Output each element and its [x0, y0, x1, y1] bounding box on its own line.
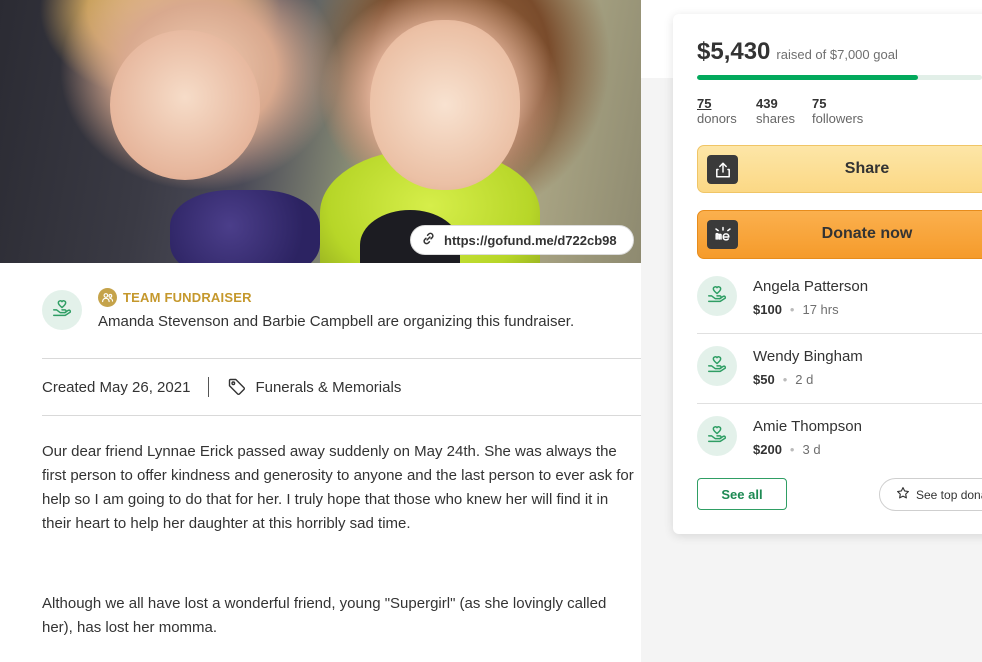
organizer-avatar [42, 290, 82, 330]
separator-dot: • [789, 302, 795, 317]
amount-raised: $5,430 raised of $7,000 goal [697, 38, 898, 66]
share-button[interactable]: Share [697, 145, 982, 193]
divider [42, 358, 641, 359]
donor-avatar [697, 346, 737, 386]
share-button-label: Share [844, 160, 890, 177]
link-icon [421, 231, 436, 249]
team-icon [98, 288, 117, 307]
stat-donors[interactable]: 75 donors [697, 96, 737, 126]
short-link-button[interactable]: https://gofund.me/d722cb98 [410, 225, 634, 255]
team-fundraiser-text: TEAM FUNDRAISER [123, 290, 252, 305]
donation-time: 2 d [795, 372, 814, 387]
photo-scarf [170, 190, 320, 263]
campaign-photo: https://gofund.me/d722cb98 [0, 0, 641, 263]
list-divider [697, 333, 982, 334]
raised-amount: $5,430 [697, 38, 771, 65]
category-link[interactable]: Funerals & Memorials [255, 379, 401, 396]
donation-time: 17 hrs [802, 302, 839, 317]
separator-dot: • [782, 372, 788, 387]
donation-amount: $100 [753, 302, 782, 317]
goal-text: raised of $7,000 goal [776, 47, 898, 62]
separator-dot: • [789, 442, 795, 457]
organizer-description: Amanda Stevenson and Barbie Campbell are… [98, 313, 575, 330]
donate-button[interactable]: Donate now [697, 210, 982, 259]
heart-hand-icon [706, 423, 728, 450]
donor-avatar [697, 416, 737, 456]
donation-amount: $200 [753, 442, 782, 457]
created-date: Created May 26, 2021 [42, 378, 191, 396]
stat-followers: 75 followers [812, 96, 863, 126]
stat-shares: 439 shares [756, 96, 795, 126]
campaign-meta: Created May 26, 2021 Funerals & Memorial… [42, 377, 401, 397]
donation-details: $50 • 2 d [753, 372, 813, 387]
list-divider [697, 403, 982, 404]
stat-followers-label: followers [812, 111, 864, 126]
see-all-button[interactable]: See all [697, 478, 787, 510]
divider [42, 415, 641, 416]
donor-name: Angela Patterson [753, 278, 869, 295]
stat-shares-count: 439 [756, 96, 778, 111]
heart-hand-icon [706, 353, 728, 380]
donate-button-label: Donate now [821, 225, 913, 242]
tag-icon [227, 377, 247, 397]
donation-details: $100 • 17 hrs [753, 302, 839, 317]
photo-person-adult [110, 30, 260, 180]
heart-hand-icon [706, 283, 728, 310]
donation-details: $200 • 3 d [753, 442, 821, 457]
story-paragraph: Our dear friend Lynnae Erick passed away… [42, 443, 634, 532]
stat-donors-label: donors [697, 111, 737, 126]
donation-time: 3 d [802, 442, 821, 457]
donor-name: Wendy Bingham [753, 348, 863, 365]
stat-shares-label: shares [756, 111, 796, 126]
stat-donors-count: 75 [697, 96, 712, 111]
donation-card [673, 14, 982, 534]
stat-followers-count: 75 [812, 96, 827, 111]
heart-hand-icon [51, 297, 73, 324]
meta-separator [208, 377, 210, 397]
donor-avatar [697, 276, 737, 316]
donor-name: Amie Thompson [753, 418, 862, 435]
progress-fill [697, 75, 919, 80]
progress-bar [697, 75, 982, 80]
photo-person-child [370, 20, 520, 190]
star-icon [896, 486, 910, 503]
story-paragraph: Although we all have lost a wonderful fr… [42, 595, 607, 636]
short-link-text: https://gofund.me/d722cb98 [444, 232, 617, 248]
see-top-donations-label: See top donations [916, 487, 982, 502]
team-fundraiser-label: TEAM FUNDRAISER [98, 288, 252, 307]
donation-amount: $50 [753, 372, 775, 387]
see-top-donations-button[interactable]: See top donations [879, 478, 982, 511]
